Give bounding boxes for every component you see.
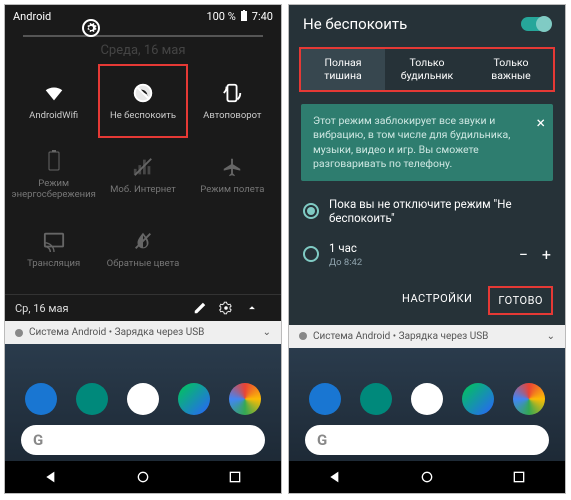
nav-home-icon[interactable] (419, 469, 435, 485)
tab-alarms-only[interactable]: Только будильник (385, 49, 469, 90)
phone-right: Не беспокоить Полная тишина Только будил… (288, 4, 566, 494)
tile-dnd[interactable]: Не беспокоить (98, 64, 187, 138)
mobile-data-icon (132, 156, 154, 178)
app-messages[interactable] (76, 383, 108, 415)
nav-home-icon[interactable] (135, 469, 151, 485)
dnd-info-box: Этот режим заблокирует все звуки и вибра… (301, 104, 553, 181)
radio-checked-icon (303, 203, 319, 219)
tile-battery-saver[interactable]: Режим энергосбережения (9, 138, 98, 212)
tile-mobile-data[interactable]: Моб. Интернет (98, 138, 187, 212)
android-system-icon (299, 332, 307, 340)
edit-icon[interactable] (193, 301, 219, 315)
nav-recents-icon[interactable] (511, 469, 527, 485)
notification-row[interactable]: Система Android • Зарядка через USB ⌄ (289, 325, 565, 348)
chevron-down-icon[interactable]: ⌄ (547, 331, 555, 342)
minus-button[interactable]: − (519, 245, 528, 264)
option-one-hour[interactable]: 1 час До 8:42 − + (289, 233, 565, 276)
tile-autorotate[interactable]: Автоповорот (188, 64, 277, 138)
nav-back-icon[interactable] (43, 469, 59, 485)
status-bar: Android 100 % 7:40 (5, 5, 281, 27)
expand-icon[interactable] (245, 301, 271, 315)
app-dock (289, 379, 565, 419)
app-chrome[interactable] (513, 383, 545, 415)
battery-saver-icon (43, 150, 65, 172)
google-search-pill[interactable]: G (305, 425, 549, 455)
done-button[interactable]: ГОТОВО (488, 286, 553, 315)
app-play[interactable] (178, 383, 210, 415)
home-screen: G (5, 344, 281, 493)
tab-total-silence[interactable]: Полная тишина (301, 49, 385, 90)
nav-back-icon[interactable] (327, 469, 343, 485)
invert-colors-icon (132, 230, 154, 252)
qs-grid: AndroidWifi Не беспокоить Автоповорот Ре… (5, 64, 281, 294)
dnd-icon (132, 82, 154, 104)
nav-recents-icon[interactable] (227, 469, 243, 485)
app-dock (5, 379, 281, 419)
app-gmail[interactable] (127, 383, 159, 415)
panel-date-faint: Среда, 16 мая (5, 43, 281, 58)
tab-priority-only[interactable]: Только важные (469, 49, 553, 90)
app-play[interactable] (462, 383, 494, 415)
tile-cast[interactable]: Трансляция (9, 212, 98, 286)
dnd-tabs: Полная тишина Только будильник Только ва… (299, 47, 555, 92)
radio-unchecked-icon (303, 246, 319, 262)
brightness-slider[interactable] (5, 27, 281, 37)
app-phone[interactable] (309, 383, 341, 415)
dnd-panel: Не беспокоить Полная тишина Только будил… (289, 5, 565, 325)
cast-icon (43, 230, 65, 252)
dnd-footer: НАСТРОЙКИ ГОТОВО (289, 276, 565, 325)
carrier-label: Android (13, 10, 206, 23)
wifi-icon (43, 82, 65, 104)
settings-icon[interactable] (219, 301, 245, 315)
notification-row[interactable]: Система Android • Зарядка через USB ⌄ (5, 321, 281, 344)
navigation-bar (5, 461, 281, 493)
settings-button[interactable]: НАСТРОЙКИ (394, 286, 480, 315)
app-gmail[interactable] (411, 383, 443, 415)
dnd-title: Не беспокоить (303, 15, 521, 33)
clock-label: 7:40 (252, 10, 273, 23)
battery-icon (240, 10, 248, 22)
app-messages[interactable] (360, 383, 392, 415)
phone-left: Android 100 % 7:40 Среда, 16 мая Android… (4, 4, 282, 494)
android-system-icon (15, 329, 23, 337)
app-chrome[interactable] (229, 383, 261, 415)
close-icon[interactable]: × (536, 112, 545, 134)
plus-button[interactable]: + (542, 245, 551, 264)
tile-invert-colors[interactable]: Обратные цвета (98, 212, 187, 286)
google-g-icon: G (33, 431, 43, 449)
google-g-icon: G (317, 431, 327, 449)
dnd-header: Не беспокоить (289, 5, 565, 43)
option-until-turn-off[interactable]: Пока вы не отключите режим "Не беспокоит… (289, 189, 565, 233)
rotate-icon (221, 82, 243, 104)
qs-footer: Ср, 16 мая (5, 294, 281, 321)
tile-airplane[interactable]: Режим полета (188, 138, 277, 212)
footer-date: Ср, 16 мая (15, 302, 69, 315)
tile-wifi[interactable]: AndroidWifi (9, 64, 98, 138)
app-phone[interactable] (25, 383, 57, 415)
dnd-toggle[interactable] (521, 17, 551, 31)
battery-label: 100 % (206, 10, 235, 23)
chevron-down-icon[interactable]: ⌄ (263, 327, 271, 338)
google-search-pill[interactable]: G (21, 425, 265, 455)
quick-settings-panel: Среда, 16 мая AndroidWifi Не беспокоить … (5, 27, 281, 321)
navigation-bar (289, 461, 565, 493)
airplane-icon (221, 156, 243, 178)
home-screen: G (289, 348, 565, 493)
